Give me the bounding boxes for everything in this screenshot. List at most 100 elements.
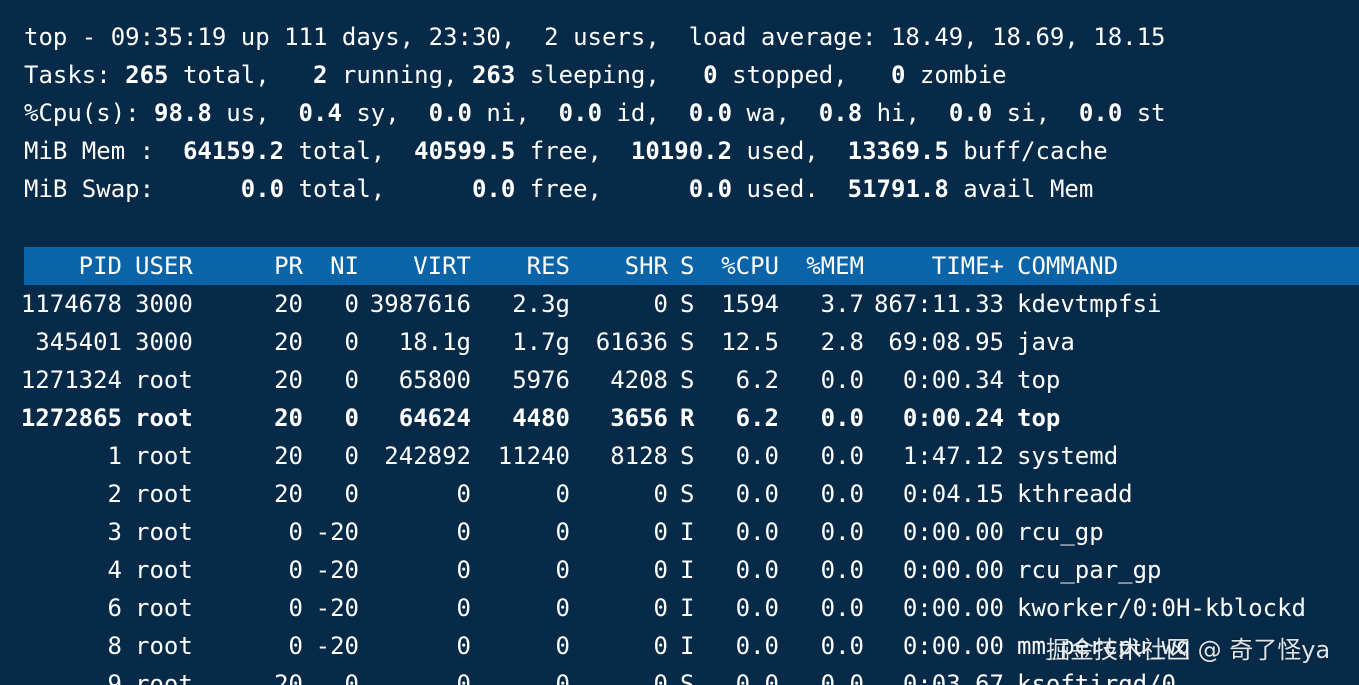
cell-mem: 0.0 bbox=[820, 442, 864, 470]
cell-command: kdevtmpfsi bbox=[1017, 290, 1162, 318]
cell-pr: 20 bbox=[274, 442, 303, 470]
cpu-us-label: us, bbox=[211, 99, 299, 127]
swap-label: MiB Swap: bbox=[24, 175, 241, 203]
process-row[interactable]: 1272865 root 20 0 64624 4480 3656 R 6.2 0.0 0:00.2… bbox=[0, 399, 1359, 437]
cell-mem: 0.0 bbox=[820, 556, 864, 584]
cell-s: S bbox=[680, 480, 695, 508]
column-ni[interactable]: NI bbox=[313, 247, 359, 285]
process-row[interactable]: 1174678 3000 20 0 3987616 2.3g 0 S 1594 3.7 867:11… bbox=[0, 285, 1359, 323]
swap-free: 0.0 bbox=[471, 175, 516, 203]
column-pid[interactable]: PID bbox=[0, 247, 122, 285]
cell-virt: 18.1g bbox=[398, 328, 471, 356]
process-table-header: PID USER PR NI VIRT RES SHR S %CPU %MEM … bbox=[24, 247, 1359, 285]
cell-pid: 2 bbox=[107, 480, 122, 508]
cell-pid: 9 bbox=[107, 670, 122, 685]
cell-time: 867:11.33 bbox=[873, 290, 1004, 318]
cell-time: 0:03.67 bbox=[902, 670, 1004, 685]
cell-shr: 3656 bbox=[610, 404, 668, 432]
cpu-sy: 0.4 bbox=[298, 99, 342, 127]
process-row[interactable]: 4 root 0 -20 0 0 0 I 0.0 0.0 0:00.00 rcu_par_gp bbox=[0, 551, 1359, 589]
cell-ni: -20 bbox=[315, 518, 359, 546]
column-user[interactable]: USER bbox=[135, 247, 245, 285]
cell-mem: 0.0 bbox=[820, 404, 864, 432]
cell-res: 0 bbox=[555, 632, 570, 660]
tasks-zombie-label: zombie bbox=[905, 61, 1007, 89]
cell-res: 11240 bbox=[497, 442, 570, 470]
mem-cache: 13369.5 bbox=[847, 137, 949, 165]
cell-ni: 0 bbox=[344, 366, 359, 394]
summary-tasks-line: Tasks: 265 total, 2 running, 263 sleepin… bbox=[24, 56, 1007, 94]
summary-swap-line: MiB Swap: 0.0 total, 0.0 free, 0.0 used.… bbox=[24, 170, 1093, 208]
process-row[interactable]: 3 root 0 -20 0 0 0 I 0.0 0.0 0:00.00 rcu_gp bbox=[0, 513, 1359, 551]
cell-pr: 0 bbox=[288, 518, 303, 546]
column-command[interactable]: COMMAND bbox=[1017, 247, 1357, 285]
cpu-si-label: si, bbox=[992, 99, 1079, 127]
mem-total-label: total, bbox=[284, 137, 415, 165]
process-row[interactable]: 1271324 root 20 0 65800 5976 4208 S 6.2 0.0 0:00.3… bbox=[0, 361, 1359, 399]
cell-cpu: 12.5 bbox=[721, 328, 779, 356]
cell-ni: 0 bbox=[344, 290, 359, 318]
cell-command: top bbox=[1017, 366, 1061, 394]
process-row[interactable]: 9 root 20 0 0 0 0 S 0.0 0.0 0:03.67 ksoftirqd/0 bbox=[0, 665, 1359, 685]
cell-shr: 0 bbox=[653, 670, 668, 685]
watermark-text: 掘金技术社区 @ 奇了怪ya bbox=[1046, 636, 1331, 664]
mem-used: 10190.2 bbox=[630, 137, 733, 165]
column-pr[interactable]: PR bbox=[245, 247, 303, 285]
cell-shr: 8128 bbox=[610, 442, 668, 470]
cell-ni: -20 bbox=[315, 594, 359, 622]
process-row[interactable]: 2 root 20 0 0 0 0 S 0.0 0.0 0:04.15 kthreadd bbox=[0, 475, 1359, 513]
column-mem[interactable]: %MEM bbox=[789, 247, 864, 285]
column-state[interactable]: S bbox=[680, 247, 700, 285]
cell-pr: 0 bbox=[288, 632, 303, 660]
cell-time: 0:00.00 bbox=[902, 518, 1004, 546]
process-row[interactable]: 345401 3000 20 0 18.1g 1.7g 61636 S 12.5 2.8 69:08… bbox=[0, 323, 1359, 361]
column-cpu[interactable]: %CPU bbox=[700, 247, 779, 285]
cell-pr: 20 bbox=[274, 366, 303, 394]
cell-s: I bbox=[680, 632, 695, 660]
mem-label: MiB Mem : bbox=[24, 137, 183, 165]
swap-free-label: free, bbox=[515, 175, 689, 203]
cell-shr: 0 bbox=[653, 518, 668, 546]
cell-res: 4480 bbox=[512, 404, 570, 432]
tasks-zombie: 0 bbox=[891, 61, 906, 89]
column-time[interactable]: TIME+ bbox=[869, 247, 1004, 285]
cell-time: 0:00.00 bbox=[902, 594, 1004, 622]
cell-cpu: 1594 bbox=[721, 290, 779, 318]
cell-pr: 20 bbox=[274, 670, 303, 685]
cell-pr: 20 bbox=[274, 480, 303, 508]
mem-free-label: free, bbox=[515, 137, 631, 165]
cpu-label: %Cpu(s): bbox=[24, 99, 155, 127]
cell-user: root bbox=[135, 632, 193, 660]
cell-res: 1.7g bbox=[512, 328, 570, 356]
cell-ni: 0 bbox=[344, 670, 359, 685]
tasks-total-label: total, bbox=[168, 61, 314, 89]
column-res[interactable]: RES bbox=[480, 247, 570, 285]
cell-s: I bbox=[680, 518, 695, 546]
cell-virt: 64624 bbox=[398, 404, 471, 432]
cell-user: root bbox=[135, 404, 193, 432]
tasks-total: 265 bbox=[125, 61, 169, 89]
cell-ni: 0 bbox=[344, 480, 359, 508]
process-row[interactable]: 6 root 0 -20 0 0 0 I 0.0 0.0 0:00.00 kworker/0:0H-k… bbox=[0, 589, 1359, 627]
cpu-wa: 0.0 bbox=[688, 99, 733, 127]
cell-pid: 8 bbox=[107, 632, 122, 660]
cpu-ni: 0.0 bbox=[428, 99, 472, 127]
cell-s: S bbox=[680, 442, 695, 470]
cell-user: 3000 bbox=[135, 290, 193, 318]
cell-pid: 1 bbox=[107, 442, 122, 470]
column-shr[interactable]: SHR bbox=[580, 247, 668, 285]
cell-user: root bbox=[135, 480, 193, 508]
cell-shr: 0 bbox=[653, 594, 668, 622]
cell-mem: 2.8 bbox=[820, 328, 864, 356]
uptime-load-text: top - 09:35:19 up 111 days, 23:30, 2 use… bbox=[24, 23, 1166, 51]
process-row[interactable]: 1 root 20 0 242892 11240 8128 S 0.0 0.0 1:47.12 sys… bbox=[0, 437, 1359, 475]
cpu-us: 98.8 bbox=[154, 99, 212, 127]
cell-user: root bbox=[135, 442, 193, 470]
cell-time: 0:00.00 bbox=[902, 556, 1004, 584]
cell-res: 2.3g bbox=[512, 290, 570, 318]
column-virt[interactable]: VIRT bbox=[365, 247, 471, 285]
cell-cpu: 0.0 bbox=[735, 632, 779, 660]
cell-time: 0:00.34 bbox=[902, 366, 1004, 394]
cell-mem: 0.0 bbox=[820, 594, 864, 622]
cell-pr: 20 bbox=[274, 328, 303, 356]
